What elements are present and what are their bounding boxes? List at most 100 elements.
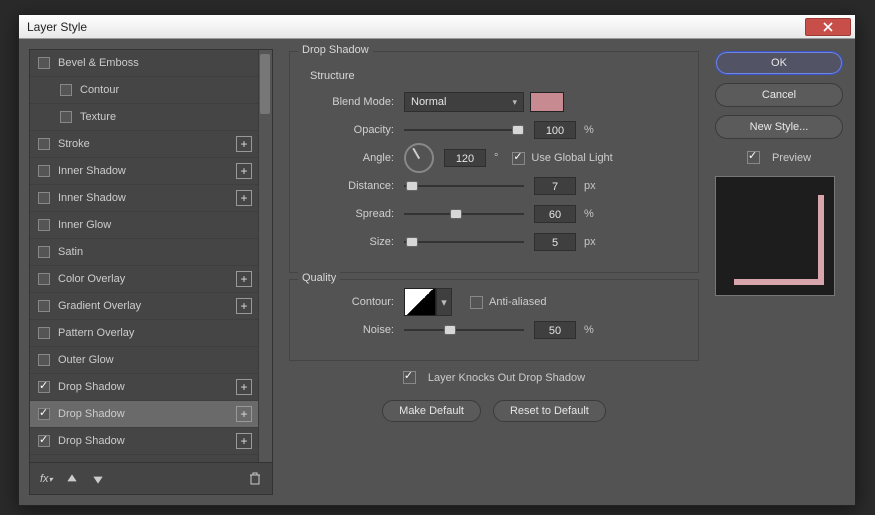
spread-slider[interactable] — [404, 207, 524, 221]
effect-label: Outer Glow — [58, 354, 114, 366]
move-down-icon[interactable] — [91, 472, 105, 486]
make-default-button[interactable]: Make Default — [382, 400, 481, 422]
new-style-button[interactable]: New Style... — [715, 115, 843, 139]
opacity-unit: % — [584, 124, 594, 136]
close-button[interactable] — [805, 18, 851, 36]
effect-checkbox[interactable] — [38, 192, 50, 204]
effect-checkbox[interactable] — [38, 408, 50, 420]
effect-row-stroke[interactable]: Stroke+ — [30, 131, 272, 158]
angle-dial[interactable] — [404, 143, 434, 173]
size-label: Size: — [304, 236, 404, 248]
shadow-color-swatch[interactable] — [530, 92, 564, 112]
spread-label: Spread: — [304, 208, 404, 220]
move-up-icon[interactable] — [65, 472, 79, 486]
effect-checkbox[interactable] — [38, 327, 50, 339]
effect-checkbox[interactable] — [38, 165, 50, 177]
add-effect-icon[interactable]: + — [236, 271, 252, 287]
add-effect-icon[interactable]: + — [236, 433, 252, 449]
noise-label: Noise: — [304, 324, 404, 336]
effect-checkbox[interactable] — [60, 84, 72, 96]
use-global-light-label: Use Global Light — [531, 152, 612, 164]
contour-preset[interactable] — [404, 288, 436, 316]
effect-row-drop-shadow[interactable]: Drop Shadow+ — [30, 428, 272, 455]
effect-row-bevel-emboss[interactable]: Bevel & Emboss — [30, 50, 272, 77]
anti-aliased-checkbox[interactable] — [470, 296, 483, 309]
add-effect-icon[interactable]: + — [236, 298, 252, 314]
effect-row-inner-shadow[interactable]: Inner Shadow + — [30, 185, 272, 212]
effect-row-pattern-overlay[interactable]: Pattern Overlay — [30, 320, 272, 347]
distance-value[interactable]: 7 — [534, 177, 576, 195]
effect-checkbox[interactable] — [38, 246, 50, 258]
contour-dropdown[interactable]: ▾ — [436, 288, 452, 316]
opacity-slider[interactable] — [404, 123, 524, 137]
quality-group: Quality Contour: ▾ Anti-aliased Noise: 5… — [289, 279, 699, 361]
distance-label: Distance: — [304, 180, 404, 192]
effect-row-texture[interactable]: Texture — [30, 104, 272, 131]
effect-checkbox[interactable] — [38, 57, 50, 69]
add-effect-icon[interactable]: + — [236, 379, 252, 395]
size-value[interactable]: 5 — [534, 233, 576, 251]
effect-checkbox[interactable] — [60, 111, 72, 123]
effect-checkbox[interactable] — [38, 354, 50, 366]
chevron-down-icon: ▾ — [512, 97, 517, 108]
ok-button[interactable]: OK — [715, 51, 843, 75]
effect-label: Drop Shadow — [58, 381, 125, 393]
effect-row-outer-glow[interactable]: Outer Glow — [30, 347, 272, 374]
effects-scrollbar[interactable] — [258, 50, 272, 462]
opacity-value[interactable]: 100 — [534, 121, 576, 139]
effect-row-inner-glow[interactable]: Inner Glow — [30, 212, 272, 239]
effect-row-drop-shadow[interactable]: Drop Shadow+ — [30, 401, 272, 428]
knocks-out-checkbox[interactable] — [403, 371, 416, 384]
knocks-out-label: Layer Knocks Out Drop Shadow — [428, 372, 585, 384]
add-effect-icon[interactable]: + — [236, 136, 252, 152]
panel-title: Drop Shadow — [298, 44, 373, 56]
scrollbar-thumb[interactable] — [260, 54, 270, 114]
angle-value[interactable]: 120 — [444, 149, 486, 167]
reset-default-button[interactable]: Reset to Default — [493, 400, 606, 422]
angle-label: Angle: — [304, 152, 404, 164]
effect-checkbox[interactable] — [38, 435, 50, 447]
trash-icon[interactable] — [248, 472, 262, 486]
add-effect-icon[interactable]: + — [236, 406, 252, 422]
effect-checkbox[interactable] — [38, 300, 50, 312]
noise-unit: % — [584, 324, 594, 336]
noise-slider[interactable] — [404, 323, 524, 337]
effect-label: Color Overlay — [58, 273, 125, 285]
preview-checkbox[interactable] — [747, 151, 760, 164]
spread-value[interactable]: 60 — [534, 205, 576, 223]
effect-checkbox[interactable] — [38, 138, 50, 150]
titlebar[interactable]: Layer Style — [19, 15, 855, 39]
effect-row-drop-shadow[interactable]: Drop Shadow + — [30, 374, 272, 401]
noise-value[interactable]: 50 — [534, 321, 576, 339]
effect-row-gradient-overlay[interactable]: Gradient Overlay + — [30, 293, 272, 320]
effects-list[interactable]: Bevel & EmbossContour Texture Stroke+ Inner… — [30, 50, 272, 462]
settings-panel: Drop Shadow Structure Blend Mode: Normal… — [289, 49, 699, 495]
size-slider[interactable] — [404, 235, 524, 249]
effect-label: Gradient Overlay — [58, 300, 141, 312]
effect-checkbox[interactable] — [38, 273, 50, 285]
effect-row-inner-shadow[interactable]: Inner Shadow+ — [30, 158, 272, 185]
spread-unit: % — [584, 208, 594, 220]
effect-label: Pattern Overlay — [58, 327, 134, 339]
effect-row-satin[interactable]: Satin — [30, 239, 272, 266]
angle-unit: ° — [494, 152, 498, 164]
blend-mode-dropdown[interactable]: Normal ▾ — [404, 92, 524, 112]
effect-row-color-overlay[interactable]: Color Overlay + — [30, 266, 272, 293]
fx-icon[interactable]: fx▾ — [40, 473, 53, 485]
effect-checkbox[interactable] — [38, 219, 50, 231]
effects-panel: Bevel & EmbossContour Texture Stroke+ Inner… — [29, 49, 273, 495]
structure-group: Drop Shadow Structure Blend Mode: Normal… — [289, 51, 699, 273]
use-global-light-checkbox[interactable] — [512, 152, 525, 165]
effect-checkbox[interactable] — [38, 381, 50, 393]
blend-mode-value: Normal — [411, 96, 446, 108]
right-panel: OK Cancel New Style... Preview — [715, 49, 843, 495]
distance-slider[interactable] — [404, 179, 524, 193]
effect-label: Inner Shadow — [58, 192, 126, 204]
effect-row-contour[interactable]: Contour — [30, 77, 272, 104]
effect-label: Texture — [80, 111, 116, 123]
opacity-label: Opacity: — [304, 124, 404, 136]
cancel-button[interactable]: Cancel — [715, 83, 843, 107]
preview-thumbnail — [715, 176, 835, 296]
add-effect-icon[interactable]: + — [236, 190, 252, 206]
add-effect-icon[interactable]: + — [236, 163, 252, 179]
